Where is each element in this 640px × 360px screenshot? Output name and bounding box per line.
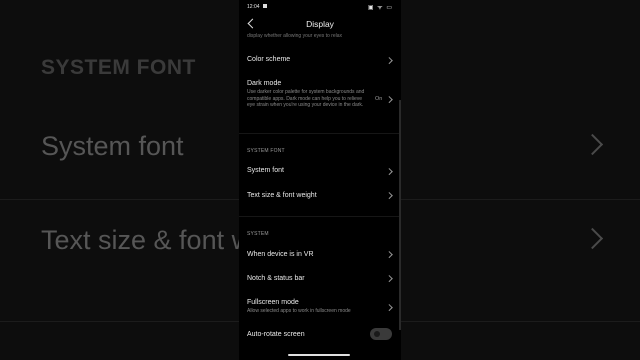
bg-chevron-right-icon — [581, 133, 604, 156]
color-scheme-item[interactable]: Color scheme — [247, 56, 290, 63]
status-time: 12:04 — [247, 4, 260, 10]
bg-section-header: SYSTEM FONT — [41, 56, 196, 79]
notification-icon — [263, 4, 267, 8]
partial-description: display whether allowing your eyes to re… — [247, 33, 343, 39]
toggle-knob — [374, 331, 380, 337]
vr-mode-item[interactable]: When device is in VR — [247, 251, 314, 258]
section-header-system: SYSTEM — [247, 231, 269, 237]
fullscreen-mode-description: Allow selected apps to work in fullscree… — [247, 308, 351, 314]
section-divider — [239, 133, 401, 134]
chevron-right-icon — [386, 57, 393, 64]
text-size-item[interactable]: Text size & font weight — [247, 192, 317, 199]
chevron-right-icon — [386, 168, 393, 175]
section-divider — [239, 216, 401, 217]
chevron-right-icon — [386, 275, 393, 282]
bg-chevron-right-icon — [581, 227, 604, 250]
dark-mode-value: On — [375, 96, 383, 102]
status-icons: ▣ ᯤ ▭ — [367, 5, 393, 11]
scrollbar[interactable] — [399, 100, 401, 330]
home-indicator[interactable] — [288, 354, 350, 356]
section-header-system-font: SYSTEM FONT — [247, 148, 285, 154]
notch-status-bar-item[interactable]: Notch & status bar — [247, 275, 305, 282]
system-font-item[interactable]: System font — [247, 167, 284, 174]
chevron-right-icon — [386, 192, 393, 199]
chevron-right-icon — [386, 304, 393, 311]
status-bar: 12:04 ▣ ᯤ ▭ — [239, 0, 401, 14]
bg-item-text-size: Text size & font w — [41, 225, 252, 255]
chevron-right-icon — [386, 96, 393, 103]
dark-mode-description: Use darker color palette for system back… — [247, 89, 365, 108]
bg-item-system-font: System font — [41, 131, 184, 161]
page-title: Display — [306, 19, 334, 29]
settings-screen: 12:04 ▣ ᯤ ▭ Display display whether allo… — [239, 0, 401, 360]
chevron-right-icon — [386, 251, 393, 258]
auto-rotate-item: Auto-rotate screen — [247, 331, 305, 338]
dark-mode-item[interactable]: Dark mode — [247, 80, 281, 87]
fullscreen-mode-item[interactable]: Fullscreen mode — [247, 299, 299, 306]
